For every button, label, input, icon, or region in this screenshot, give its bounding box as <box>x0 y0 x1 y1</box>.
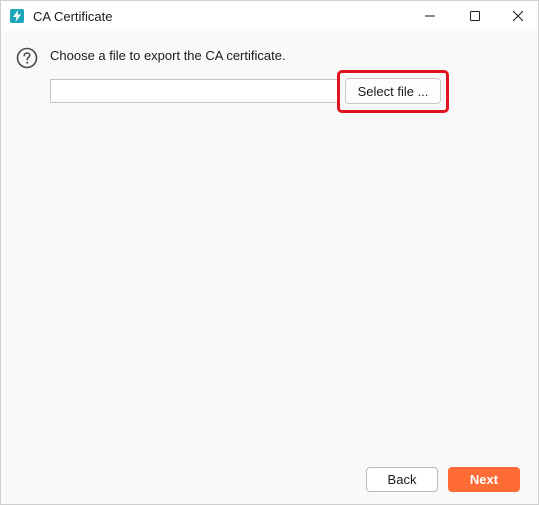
select-file-button[interactable]: Select file ... <box>345 78 441 104</box>
title-bar[interactable]: CA Certificate <box>1 1 538 31</box>
maximize-icon <box>470 9 480 24</box>
ca-certificate-window: CA Certificate Choose a file to export t… <box>0 0 539 505</box>
export-prompt: Choose a file to export the CA certifica… <box>50 48 286 63</box>
minimize-icon <box>425 9 435 24</box>
next-button[interactable]: Next <box>448 467 520 492</box>
close-button[interactable] <box>495 1 539 31</box>
file-path-input[interactable] <box>50 79 338 103</box>
minimize-button[interactable] <box>407 1 453 31</box>
maximize-button[interactable] <box>452 1 498 31</box>
back-button[interactable]: Back <box>366 467 438 492</box>
window-title: CA Certificate <box>33 9 113 24</box>
question-circle-icon <box>16 47 38 69</box>
close-icon <box>512 9 524 24</box>
dialog-content: Choose a file to export the CA certifica… <box>1 31 538 504</box>
lightning-bolt-icon <box>10 9 24 23</box>
